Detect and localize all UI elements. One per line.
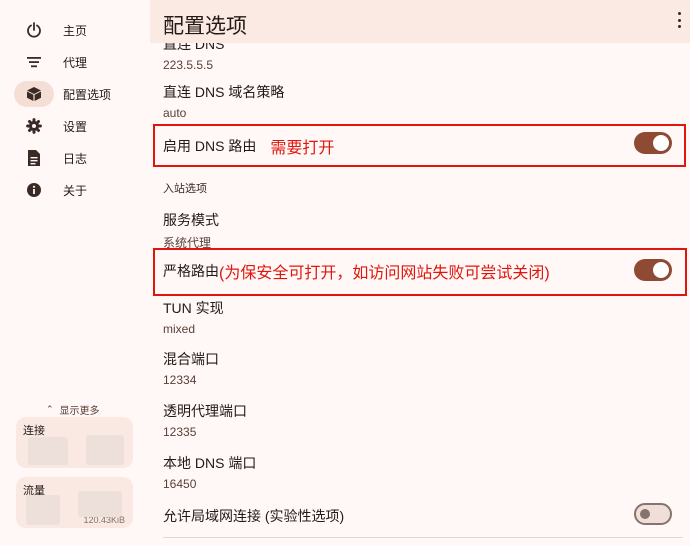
allow-lan-item[interactable]: 允许局域网连接 (实验性选项)	[163, 506, 344, 526]
direct-dns-item[interactable]: 直连 DNS 223.5.5.5	[163, 43, 224, 72]
power-icon	[14, 17, 54, 43]
allow-lan-toggle[interactable]	[634, 503, 672, 525]
nav-item-label: 主页	[63, 23, 88, 38]
nav-item-proxy[interactable]: 代理	[14, 49, 136, 75]
sidebar: 主页 代理 配置选项 设置 日志 关于 ⌃ 显示更多 连接 流量 120.43K…	[0, 0, 150, 546]
more-vert-icon[interactable]	[674, 10, 684, 30]
local-dns-port-value: 16450	[163, 477, 197, 491]
direct-dns-value: 223.5.5.5	[163, 58, 214, 72]
top-app-bar: 配置选项	[150, 0, 690, 43]
service-mode-title: 服务模式	[163, 212, 219, 228]
transparent-proxy-port-item[interactable]: 透明代理端口 12335	[163, 401, 247, 439]
nav-item-label: 关于	[63, 183, 88, 198]
tun-impl-item[interactable]: TUN 实现 mixed	[163, 298, 224, 336]
info-icon	[14, 177, 54, 203]
tun-impl-value: mixed	[163, 322, 196, 336]
enable-dns-routing-annotation: 需要打开	[270, 140, 335, 157]
mixed-port-item[interactable]: 混合端口 12334	[163, 349, 219, 387]
filter-list-icon	[14, 49, 54, 75]
local-dns-port-title: 本地 DNS 端口	[163, 455, 257, 471]
enable-dns-routing-toggle[interactable]	[634, 132, 672, 154]
nav-item-home[interactable]: 主页	[14, 17, 136, 43]
strict-route-title: 严格路由	[163, 263, 219, 279]
allow-lan-title: 允许局域网连接 (实验性选项)	[163, 508, 345, 524]
gear-icon	[14, 113, 54, 139]
settings-list: 直连 DNS 223.5.5.5 直连 DNS 域名策略 auto 启用 DNS…	[150, 43, 690, 546]
direct-dns-strategy-title: 直连 DNS 域名策略	[163, 84, 285, 100]
connections-title: 连接	[23, 425, 45, 437]
show-more-label: 显示更多	[59, 406, 100, 417]
nav-item-label: 配置选项	[63, 87, 112, 102]
direct-dns-strategy-item[interactable]: 直连 DNS 域名策略 auto	[163, 82, 284, 120]
page-title: 配置选项	[163, 15, 247, 38]
nav-item-about[interactable]: 关于	[14, 177, 136, 203]
nav-item-label: 日志	[63, 151, 88, 166]
traffic-card: 流量 120.43KiB	[16, 477, 133, 528]
nav-item-config-options[interactable]: 配置选项	[14, 81, 136, 107]
direct-dns-strategy-value: auto	[163, 106, 187, 120]
inbound-section-header: 入站选项	[163, 183, 207, 195]
nav-item-label: 代理	[63, 55, 88, 70]
direct-dns-title: 直连 DNS	[163, 43, 225, 52]
show-more-button[interactable]: ⌃ 显示更多	[46, 402, 100, 417]
enable-dns-routing-item[interactable]: 启用 DNS 路由 需要打开	[163, 134, 334, 158]
strict-route-annotation: (为保安全可打开，如访问网站失败可尝试关闭)	[219, 265, 550, 282]
package-icon	[14, 81, 54, 107]
connections-card: 连接	[16, 417, 133, 468]
redacted-area	[86, 435, 124, 465]
mixed-port-value: 12334	[163, 373, 197, 387]
redacted-area	[26, 495, 60, 525]
nav-item-label: 设置	[63, 119, 88, 134]
strict-route-toggle[interactable]	[634, 259, 672, 281]
transparent-proxy-port-value: 12335	[163, 425, 197, 439]
strict-route-item[interactable]: 严格路由 (为保安全可打开，如访问网站失败可尝试关闭)	[163, 259, 550, 283]
service-mode-item[interactable]: 服务模式 系统代理	[163, 210, 219, 251]
nav-item-settings[interactable]: 设置	[14, 113, 136, 139]
redacted-area	[78, 491, 122, 517]
chevron-up-icon: ⌃	[46, 404, 54, 414]
tun-impl-title: TUN 实现	[163, 300, 224, 316]
service-mode-value: 系统代理	[163, 236, 212, 250]
nav-item-logs[interactable]: 日志	[14, 145, 136, 171]
redacted-area	[28, 437, 68, 465]
transparent-proxy-port-title: 透明代理端口	[163, 403, 247, 419]
enable-dns-routing-title: 启用 DNS 路由	[163, 138, 257, 154]
local-dns-port-item[interactable]: 本地 DNS 端口 16450	[163, 453, 256, 491]
mixed-port-title: 混合端口	[163, 351, 219, 367]
document-icon	[14, 145, 54, 171]
divider	[163, 537, 683, 538]
